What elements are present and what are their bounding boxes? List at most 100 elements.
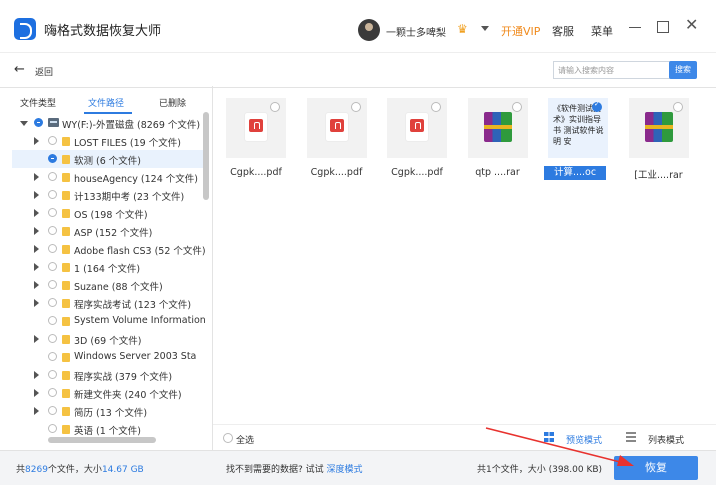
tree-checkbox[interactable]	[48, 406, 57, 415]
back-arrow-icon[interactable]: ←	[14, 62, 25, 77]
file-select-checkbox[interactable]	[431, 102, 441, 112]
file-thumbnail[interactable]: 《软件测试技术》实训指导书 测试软件说明 安	[548, 98, 608, 158]
tab-file-type[interactable]: 文件类型	[20, 96, 56, 109]
tree-row[interactable]: 新建文件夹 (240 个文件)	[12, 384, 204, 402]
tree-row[interactable]: ASP (152 个文件)	[12, 222, 204, 240]
tree-checkbox[interactable]	[48, 370, 57, 379]
tree-row[interactable]: 计133期中考 (23 个文件)	[12, 186, 204, 204]
file-name[interactable]: Cgpk....pdf	[381, 167, 453, 178]
select-all-checkbox[interactable]	[223, 433, 233, 443]
tree-checkbox[interactable]	[48, 190, 57, 199]
chevron-right-icon[interactable]	[34, 371, 39, 379]
file-thumbnail[interactable]	[628, 98, 689, 158]
preview-mode-button[interactable]: 预览模式	[566, 433, 602, 446]
file-name[interactable]: 计算....oc	[544, 166, 606, 180]
file-card[interactable]: Cgpk....pdf	[306, 98, 371, 180]
tree-checkbox[interactable]	[48, 352, 57, 361]
tree-row[interactable]: houseAgency (124 个文件)	[12, 168, 204, 186]
close-button[interactable]: ✕	[685, 17, 699, 34]
file-name[interactable]: qtp ....rar	[462, 167, 534, 178]
chevron-right-icon[interactable]	[34, 191, 39, 199]
tree-checkbox[interactable]	[48, 334, 57, 343]
file-card[interactable]: [工业....rar	[628, 98, 693, 181]
list-mode-button[interactable]: 列表模式	[648, 433, 684, 446]
tree-row[interactable]: WY(F:)-外置磁盘 (8269 个文件)	[12, 114, 204, 132]
tree-row[interactable]: 3D (69 个文件)	[12, 330, 204, 348]
tree-checkbox[interactable]	[48, 226, 57, 235]
file-name[interactable]: Cgpk....pdf	[301, 167, 373, 178]
user-avatar[interactable]	[358, 19, 380, 41]
file-name[interactable]: [工业....rar	[623, 167, 695, 181]
file-thumbnail[interactable]	[306, 98, 367, 158]
tree-row[interactable]: Suzane (88 个文件)	[12, 276, 204, 294]
tree-horizontal-scrollbar[interactable]	[48, 437, 156, 443]
file-name[interactable]: Cgpk....pdf	[220, 167, 292, 178]
tree-row[interactable]: Windows Server 2003 Sta	[12, 348, 204, 366]
tab-file-path[interactable]: 文件路径	[88, 96, 124, 109]
tree-checkbox[interactable]	[48, 424, 57, 433]
file-card[interactable]: Cgpk....pdf	[387, 98, 451, 180]
tree-checkbox[interactable]	[48, 244, 57, 253]
tree-row[interactable]: 1 (164 个文件)	[12, 258, 204, 276]
chevron-right-icon[interactable]	[34, 263, 39, 271]
tree-row[interactable]: 英语 (1 个文件)	[12, 420, 204, 438]
search-button[interactable]: 搜索	[669, 61, 697, 79]
file-thumbnail[interactable]	[467, 98, 528, 158]
chevron-right-icon[interactable]	[34, 173, 39, 181]
file-select-checkbox[interactable]	[350, 102, 361, 112]
tree-row[interactable]: 程序实战 (379 个文件)	[12, 366, 204, 384]
chevron-right-icon[interactable]	[34, 245, 39, 253]
customer-service-button[interactable]: 客服	[552, 23, 574, 39]
tree-row[interactable]: System Volume Information	[12, 312, 206, 330]
tree-row[interactable]: 程序实战考试 (123 个文件)	[12, 294, 204, 312]
chevron-down-icon[interactable]	[481, 26, 489, 31]
select-all-label[interactable]: 全选	[236, 433, 254, 446]
file-select-checkbox[interactable]	[511, 102, 522, 112]
tree-checkbox[interactable]	[34, 118, 43, 127]
back-button[interactable]: 返回	[35, 65, 53, 78]
chevron-right-icon[interactable]	[34, 335, 39, 343]
chevron-right-icon[interactable]	[34, 299, 39, 307]
file-select-checkbox[interactable]	[672, 102, 683, 112]
menu-button[interactable]: 菜单	[591, 23, 613, 39]
chevron-right-icon[interactable]	[34, 407, 39, 415]
tree-checkbox[interactable]	[48, 298, 57, 307]
minimize-button[interactable]	[628, 20, 642, 34]
recover-button[interactable]: 恢复	[614, 456, 698, 480]
chevron-right-icon[interactable]	[34, 227, 39, 235]
chevron-down-icon[interactable]	[20, 121, 28, 126]
tree-checkbox[interactable]	[48, 154, 57, 163]
chevron-right-icon[interactable]	[34, 137, 39, 145]
tree-row[interactable]: 简历 (13 个文件)	[12, 402, 204, 420]
tree-checkbox[interactable]	[48, 262, 57, 271]
tree-row[interactable]: 软测 (6 个文件)	[12, 150, 204, 168]
chevron-right-icon[interactable]	[34, 209, 39, 217]
tree-checkbox[interactable]	[48, 172, 57, 181]
list-view-icon[interactable]	[626, 432, 636, 442]
tab-deleted[interactable]: 已删除	[159, 96, 186, 109]
file-select-checkbox[interactable]	[270, 102, 280, 112]
file-thumbnail[interactable]	[226, 98, 286, 158]
username[interactable]: 一颗士多啤梨	[386, 24, 446, 39]
file-thumbnail[interactable]	[387, 98, 447, 158]
file-card[interactable]: qtp ....rar	[467, 98, 532, 180]
file-card[interactable]: Cgpk....pdf	[226, 98, 290, 180]
search-input[interactable]	[553, 61, 673, 79]
tree-row[interactable]: OS (198 个文件)	[12, 204, 204, 222]
file-card[interactable]: 《软件测试技术》实训指导书 测试软件说明 安计算....oc	[544, 98, 612, 180]
tree-row[interactable]: LOST FILES (19 个文件)	[12, 132, 204, 150]
tree-checkbox[interactable]	[48, 316, 57, 325]
chevron-right-icon[interactable]	[34, 281, 39, 289]
chevron-right-icon[interactable]	[34, 389, 39, 397]
tree-checkbox[interactable]	[48, 136, 57, 145]
file-select-checkbox[interactable]	[592, 100, 602, 112]
grid-view-icon[interactable]	[544, 432, 554, 442]
open-vip-link[interactable]: 开通VIP	[501, 23, 540, 39]
tree-checkbox[interactable]	[48, 280, 57, 289]
tree-row[interactable]: Adobe flash CS3 (52 个文件)	[12, 240, 206, 258]
tree-checkbox[interactable]	[48, 208, 57, 217]
tree-checkbox[interactable]	[48, 388, 57, 397]
deep-mode-link[interactable]: 深度模式	[327, 465, 363, 475]
tree-vertical-scrollbar[interactable]	[203, 112, 209, 200]
maximize-button[interactable]	[656, 20, 670, 34]
